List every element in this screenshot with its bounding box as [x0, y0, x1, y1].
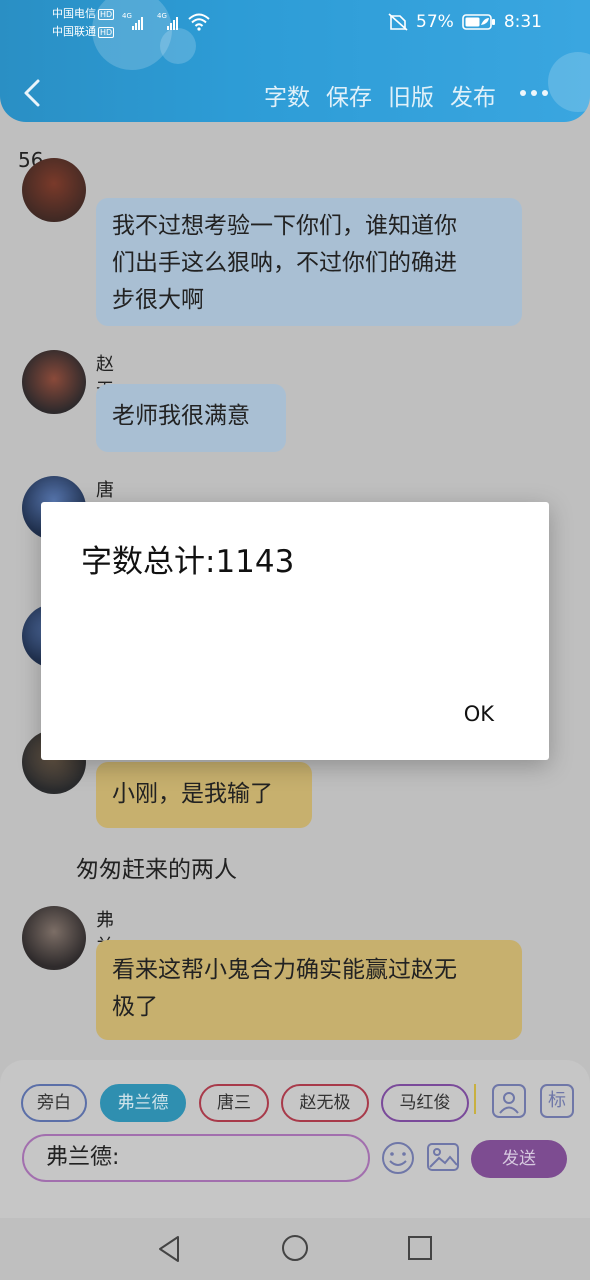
- network-type-1: 4G: [122, 12, 132, 20]
- message-text: 极了: [112, 994, 158, 1020]
- wifi-icon: [188, 13, 210, 31]
- publish-button[interactable]: 发布: [450, 78, 496, 112]
- role-chip[interactable]: 赵无极: [281, 1084, 369, 1122]
- carrier-1: 中国电信 HD: [52, 7, 115, 20]
- role-chip-narrator[interactable]: 旁白: [21, 1084, 87, 1122]
- battery-percent: 57%: [416, 12, 454, 32]
- nav-back-icon[interactable]: [156, 1234, 182, 1264]
- carrier-2: 中国联通 HD: [52, 25, 115, 38]
- message-bubble[interactable]: 我不过想考验一下你们，谁知道你 们出手这么狠呐，不过你们的确进 步很大啊: [96, 198, 522, 326]
- message-text: 看来这帮小鬼合力确实能赢过赵无: [112, 957, 457, 983]
- avatar[interactable]: [22, 350, 86, 414]
- send-button[interactable]: 发送: [471, 1140, 567, 1178]
- message-text: 们出手这么狠呐，不过你们的确进: [112, 250, 457, 276]
- clock: 8:31: [503, 12, 542, 32]
- image-icon[interactable]: [426, 1140, 460, 1174]
- ok-button[interactable]: OK: [464, 702, 494, 726]
- avatar[interactable]: [22, 906, 86, 970]
- message-input[interactable]: 弗兰德:: [22, 1134, 370, 1182]
- word-count-button[interactable]: 字数: [264, 78, 310, 112]
- status-bar: 中国电信 HD 中国联通 HD 4G 4G 57% 8:31: [0, 0, 590, 46]
- signal-icon: [167, 16, 178, 30]
- emoji-icon[interactable]: [380, 1140, 416, 1176]
- message-bubble[interactable]: 小刚，是我输了: [96, 762, 312, 828]
- tag-icon[interactable]: 标: [540, 1084, 574, 1118]
- back-arrow-icon[interactable]: [20, 78, 44, 108]
- message-bubble[interactable]: 看来这帮小鬼合力确实能赢过赵无 极了: [96, 940, 522, 1040]
- no-sim-icon: [388, 13, 408, 31]
- word-count-dialog: 字数总计:1143 OK: [41, 502, 549, 760]
- divider: [474, 1084, 476, 1114]
- message-bubble[interactable]: 老师我很满意: [96, 384, 286, 452]
- role-chip[interactable]: 唐三: [199, 1084, 269, 1122]
- role-chip[interactable]: 马红俊: [381, 1084, 469, 1122]
- add-role-icon[interactable]: [492, 1084, 526, 1118]
- narration-text[interactable]: 匆匆赶来的两人: [76, 850, 237, 884]
- role-chip-selected[interactable]: 弗兰德: [100, 1084, 186, 1122]
- signal-icon: [132, 16, 143, 30]
- message-text: 我不过想考验一下你们，谁知道你: [112, 213, 457, 239]
- top-bar: 中国电信 HD 中国联通 HD 4G 4G 57% 8:31 字数 保存 旧版 …: [0, 0, 590, 122]
- old-version-button[interactable]: 旧版: [388, 78, 434, 112]
- message-text: 老师我很满意: [112, 403, 250, 429]
- message-text: 小刚，是我输了: [112, 781, 273, 807]
- composer-panel: 旁白 弗兰德 唐三 赵无极 马红俊 标 弗兰德: 发送: [0, 1060, 590, 1218]
- save-button[interactable]: 保存: [326, 78, 372, 112]
- message-text: 步很大啊: [112, 287, 204, 313]
- nav-home-icon[interactable]: [281, 1234, 309, 1262]
- nav-recents-icon[interactable]: [407, 1235, 433, 1261]
- nav-bar: 字数 保存 旧版 发布: [0, 70, 590, 116]
- more-options-icon[interactable]: [518, 78, 550, 108]
- dialog-message: 字数总计:1143: [81, 544, 295, 580]
- battery-icon: [462, 14, 495, 30]
- avatar[interactable]: [22, 158, 86, 222]
- system-nav-bar: [0, 1218, 590, 1280]
- network-type-2: 4G: [157, 12, 167, 20]
